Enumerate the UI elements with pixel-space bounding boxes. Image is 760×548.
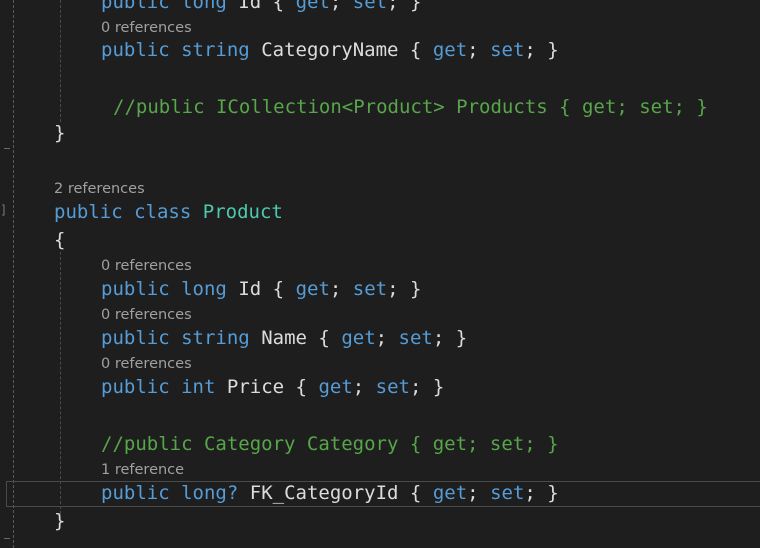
codelens-references[interactable]: 0 references — [101, 354, 192, 374]
comment-line[interactable]: //public Category Category { get; set; } — [101, 431, 559, 457]
punctuation: { — [272, 0, 285, 13]
keyword: set — [490, 482, 525, 504]
punctuation: { — [318, 327, 330, 349]
code-line[interactable]: public string CategoryName { get; set; } — [101, 37, 559, 63]
keyword: get — [295, 278, 330, 300]
keyword: public — [54, 201, 123, 223]
punctuation: } — [547, 482, 559, 504]
punctuation: } — [547, 39, 559, 61]
keyword: get — [318, 376, 353, 398]
keyword: set — [352, 278, 388, 300]
indent-guide — [60, 0, 61, 122]
keyword: public — [101, 327, 170, 349]
keyword: set — [375, 376, 410, 398]
code-line[interactable]: public int Price { get; set; } — [101, 374, 444, 400]
keyword: int — [181, 376, 216, 398]
keyword: public — [101, 278, 170, 300]
keyword: public — [101, 39, 170, 61]
comment-line[interactable]: //public ICollection<Product> Products {… — [113, 94, 708, 120]
keyword: get — [295, 0, 330, 13]
identifier: CategoryName — [261, 39, 399, 61]
identifier: FK_CategoryId — [249, 482, 399, 504]
punctuation: ; — [387, 0, 399, 13]
punctuation: { — [409, 39, 422, 61]
keyword: long — [181, 0, 227, 13]
fold-mark — [4, 538, 10, 539]
punctuation: } — [432, 376, 445, 398]
keyword: public — [101, 376, 170, 398]
keyword: long — [181, 278, 227, 300]
identifier: Price — [226, 376, 285, 398]
punctuation: { — [409, 482, 422, 504]
punctuation: ; — [375, 327, 388, 349]
keyword: public — [101, 482, 170, 504]
class-name: Product — [202, 201, 283, 223]
keyword: public — [101, 0, 170, 13]
keyword: set — [398, 327, 433, 349]
keyword: string — [181, 39, 250, 61]
fold-mark — [4, 148, 10, 149]
code-line-current[interactable]: public long? FK_CategoryId { get; set; } — [101, 480, 559, 506]
codelens-references[interactable]: 0 references — [101, 305, 192, 325]
punctuation: ; — [352, 376, 365, 398]
punctuation: ; — [387, 278, 399, 300]
punctuation: { — [295, 376, 307, 398]
margin-guide — [13, 0, 14, 548]
punctuation: ; — [329, 278, 342, 300]
punctuation: ; — [329, 0, 342, 13]
codelens-references[interactable]: 1 reference — [101, 460, 184, 480]
keyword: long? — [181, 482, 239, 504]
code-line[interactable]: public string Name { get; set; } — [101, 325, 467, 351]
code-editor[interactable]: ] public long Id { get; set; } 0 referen… — [0, 0, 760, 548]
punctuation: ; — [467, 482, 479, 504]
punctuation: { — [272, 278, 285, 300]
punctuation: ; — [410, 376, 422, 398]
fold-toggle[interactable]: ] — [0, 203, 7, 217]
keyword: set — [352, 0, 388, 13]
keyword: get — [341, 327, 376, 349]
codelens-references[interactable]: 0 references — [101, 256, 192, 276]
identifier: Name — [261, 327, 307, 349]
indent-guide — [60, 252, 61, 514]
code-line[interactable]: public long Id { get; set; } — [101, 0, 421, 15]
punctuation: ; — [524, 39, 536, 61]
punctuation: ; — [432, 327, 445, 349]
keyword: set — [490, 39, 525, 61]
class-declaration[interactable]: public class Product — [54, 199, 283, 225]
closing-brace[interactable]: } — [54, 120, 65, 146]
codelens-references[interactable]: 2 references — [54, 179, 145, 199]
punctuation: } — [455, 327, 468, 349]
closing-brace[interactable]: } — [54, 508, 65, 534]
codelens-references[interactable]: 0 references — [101, 18, 192, 38]
code-line[interactable]: public long Id { get; set; } — [101, 276, 421, 302]
opening-brace[interactable]: { — [54, 227, 65, 253]
keyword: string — [181, 327, 250, 349]
punctuation: } — [410, 278, 422, 300]
keyword: get — [432, 482, 468, 504]
punctuation: ; — [524, 482, 536, 504]
identifier: Id — [238, 0, 262, 13]
identifier: Id — [238, 278, 262, 300]
keyword: get — [432, 39, 468, 61]
punctuation: ; — [467, 39, 479, 61]
punctuation: } — [410, 0, 422, 13]
keyword: class — [134, 201, 192, 223]
